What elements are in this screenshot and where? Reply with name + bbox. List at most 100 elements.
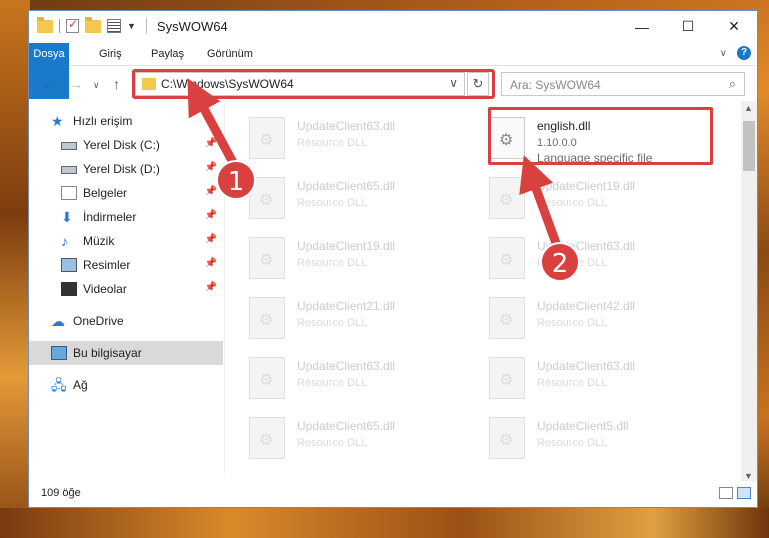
step-1-badge: 1: [216, 160, 256, 200]
file-item[interactable]: UpdateClient63.dll Resource DLL: [239, 109, 469, 165]
expand-ribbon-chevron-icon[interactable]: ∨: [720, 48, 727, 59]
scroll-thumb[interactable]: [743, 121, 755, 171]
pin-icon: 📌: [204, 282, 217, 293]
close-button[interactable]: ✕: [711, 11, 757, 42]
file-name: UpdateClient5.dll: [537, 419, 629, 433]
scroll-up-arrow-icon[interactable]: ▲: [744, 103, 753, 113]
sidebar-item-label: Yerel Disk (D:): [83, 162, 160, 176]
minimize-button[interactable]: —: [619, 11, 665, 42]
network-icon: 🖧: [51, 377, 67, 393]
videos-icon: [61, 282, 77, 296]
customize-toolbar-chevron-icon[interactable]: ▼: [127, 21, 136, 31]
sidebar-item-this-pc[interactable]: Bu bilgisayar: [29, 341, 223, 365]
file-description: Resource DLL: [297, 377, 368, 389]
tab-view[interactable]: Görünüm: [197, 43, 263, 65]
pin-icon: 📌: [204, 210, 217, 221]
file-explorer-window: ▼ SysWOW64 — ☐ ✕ Dosya Giriş Paylaş Görü…: [28, 10, 758, 508]
toolbar-separator: [59, 19, 60, 33]
sidebar-item-label: Hızlı erişim: [73, 114, 133, 128]
sidebar-item-label: Ağ: [73, 378, 88, 392]
recent-locations-chevron-icon[interactable]: ∨: [93, 80, 100, 91]
title-separator: [145, 18, 147, 34]
quick-access-toolbar: ▼ SysWOW64: [37, 16, 228, 34]
pin-icon: 📌: [204, 186, 217, 197]
title-bar: ▼ SysWOW64 — ☐ ✕: [29, 11, 757, 43]
sidebar-item-local-disk-c[interactable]: Yerel Disk (C:) 📌: [29, 133, 223, 157]
dll-file-icon: [249, 297, 285, 339]
refresh-button[interactable]: ↻: [467, 72, 489, 96]
file-item[interactable]: UpdateClient63.dll Resource DLL: [479, 229, 709, 285]
dll-file-icon: [249, 237, 285, 279]
pin-icon: 📌: [204, 258, 217, 269]
file-description: Resource DLL: [297, 137, 368, 149]
sidebar-item-network[interactable]: 🖧 Ağ: [29, 373, 223, 397]
large-icons-view-button[interactable]: [737, 487, 751, 499]
search-placeholder: Ara: SysWOW64: [510, 78, 601, 92]
tab-share[interactable]: Paylaş: [141, 43, 194, 65]
folder-icon: [37, 16, 53, 33]
desktop-background: [0, 0, 30, 538]
search-icon[interactable]: ⌕: [729, 76, 736, 92]
sidebar-item-downloads[interactable]: ⬇ İndirmeler 📌: [29, 205, 223, 229]
music-icon: ♪: [61, 233, 68, 249]
file-item[interactable]: UpdateClient65.dll Resource DLL: [239, 169, 469, 225]
file-description: Resource DLL: [537, 197, 608, 209]
item-count: 109 öğe: [41, 487, 81, 499]
sidebar-item-label: İndirmeler: [83, 210, 137, 224]
sidebar-item-local-disk-d[interactable]: Yerel Disk (D:) 📌: [29, 157, 223, 181]
sidebar-item-quick-access[interactable]: ★ Hızlı erişim: [29, 109, 223, 133]
sidebar-item-documents[interactable]: Belgeler 📌: [29, 181, 223, 205]
search-box[interactable]: Ara: SysWOW64 ⌕: [501, 72, 745, 96]
back-arrow-icon[interactable]: ←: [41, 76, 55, 92]
properties-check-icon[interactable]: [66, 17, 79, 33]
new-folder-icon[interactable]: [85, 16, 101, 33]
file-name: UpdateClient65.dll: [297, 419, 396, 433]
dll-file-icon: [489, 177, 525, 219]
details-view-button[interactable]: [719, 487, 733, 499]
view-toggle: [719, 487, 751, 499]
file-item[interactable]: UpdateClient5.dll Resource DLL: [479, 409, 709, 465]
vertical-scrollbar[interactable]: ▲ ▼: [741, 101, 757, 483]
download-icon: ⬇: [61, 209, 73, 225]
ribbon-tabs: Dosya Giriş Paylaş Görünüm ∨ ?: [29, 43, 757, 99]
ribbon-right-controls: ∨ ?: [720, 46, 751, 60]
sidebar-item-music[interactable]: ♪ Müzik 📌: [29, 229, 223, 253]
help-icon[interactable]: ?: [737, 46, 751, 60]
up-arrow-icon[interactable]: ↑: [113, 76, 120, 92]
tab-home[interactable]: Giriş: [89, 43, 132, 65]
navigation-bar: ← → ∨ ↑ C:\Windows\SysWOW64 ∨ ↻ Ara: Sys…: [29, 67, 757, 101]
navigation-pane: ★ Hızlı erişim Yerel Disk (C:) 📌 Yerel D…: [29, 105, 224, 475]
sidebar-item-label: OneDrive: [73, 314, 124, 328]
dll-file-icon: [249, 117, 285, 159]
scroll-down-arrow-icon[interactable]: ▼: [744, 471, 753, 481]
file-item[interactable]: UpdateClient63.dll Resource DLL: [239, 349, 469, 405]
file-name: UpdateClient19.dll: [537, 179, 636, 193]
properties-icon[interactable]: [107, 19, 121, 33]
file-item[interactable]: UpdateClient21.dll Resource DLL: [239, 289, 469, 345]
dll-file-icon: [249, 357, 285, 399]
dll-file-icon: [489, 417, 525, 459]
dll-file-icon: [249, 417, 285, 459]
file-item[interactable]: UpdateClient65.dll Resource DLL: [239, 409, 469, 465]
maximize-button[interactable]: ☐: [665, 11, 711, 42]
file-item[interactable]: UpdateClient19.dll Resource DLL: [479, 169, 709, 225]
file-description: Resource DLL: [297, 437, 368, 449]
status-bar: 109 öğe: [29, 481, 757, 507]
documents-icon: [61, 186, 77, 200]
sidebar-item-pictures[interactable]: Resimler 📌: [29, 253, 223, 277]
pictures-icon: [61, 258, 77, 272]
file-description: Resource DLL: [537, 317, 608, 329]
address-highlight-box: [132, 69, 495, 99]
sidebar-item-videos[interactable]: Videolar 📌: [29, 277, 223, 301]
forward-arrow-icon[interactable]: →: [69, 76, 83, 92]
file-description: Resource DLL: [297, 317, 368, 329]
file-item[interactable]: UpdateClient42.dll Resource DLL: [479, 289, 709, 345]
file-description: Resource DLL: [297, 257, 368, 269]
desktop-background-bottom: [0, 508, 769, 538]
file-item[interactable]: UpdateClient19.dll Resource DLL: [239, 229, 469, 285]
file-name: UpdateClient63.dll: [297, 359, 396, 373]
file-description: Resource DLL: [537, 437, 608, 449]
dll-file-icon: [489, 297, 525, 339]
file-item[interactable]: UpdateClient63.dll Resource DLL: [479, 349, 709, 405]
sidebar-item-onedrive[interactable]: ☁ OneDrive: [29, 309, 223, 333]
